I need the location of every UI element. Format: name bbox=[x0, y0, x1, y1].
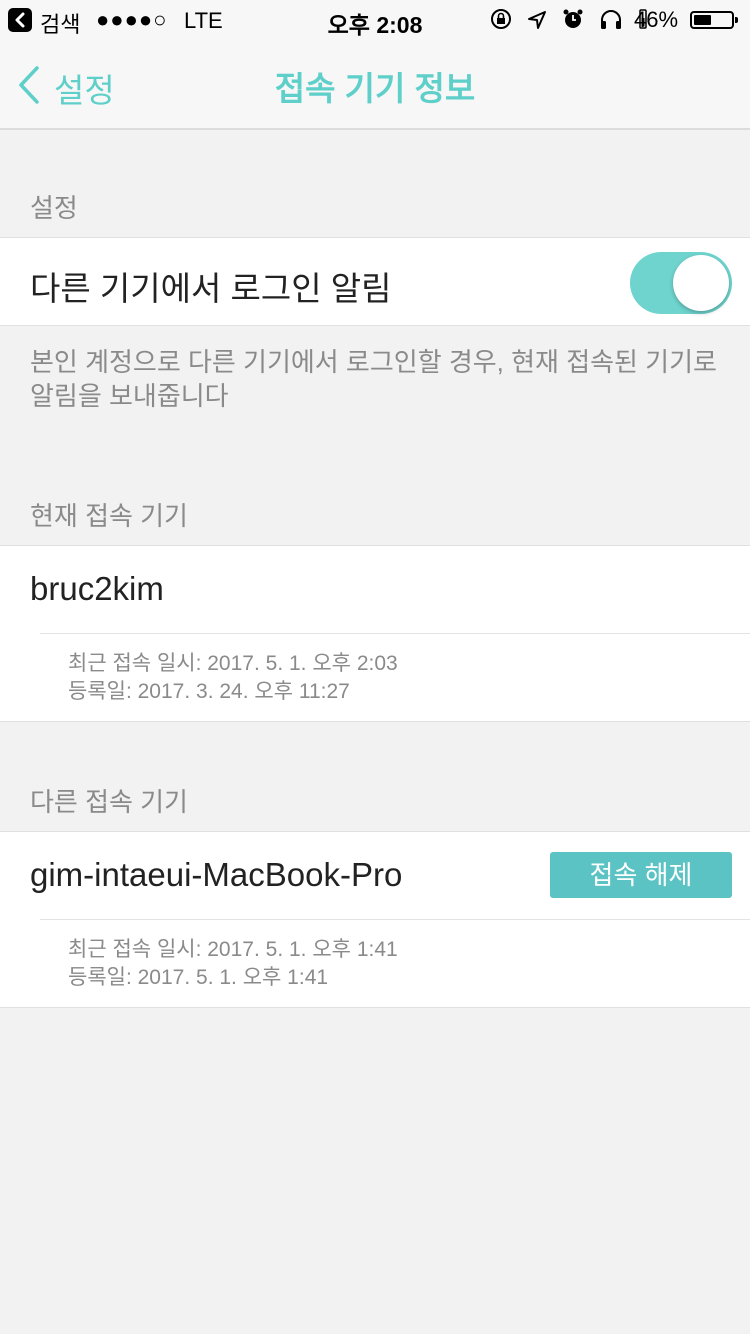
divider bbox=[40, 633, 750, 634]
login-alert-toggle[interactable] bbox=[630, 252, 732, 314]
battery-percent: 46% bbox=[634, 7, 679, 32]
headphones-icon bbox=[599, 8, 623, 36]
divider bbox=[40, 919, 750, 920]
disconnect-button[interactable]: 접속 해제 bbox=[550, 852, 732, 898]
section-header-current-device: 현재 접속 기기 bbox=[30, 501, 188, 531]
current-device-registered: 등록일: 2017. 3. 24. 오후 11:27 bbox=[68, 680, 350, 703]
battery-icon bbox=[690, 11, 738, 29]
login-alert-description: 본인 계정으로 다른 기기에서 로그인할 경우, 현재 접속된 기기로 알림을 … bbox=[30, 347, 717, 411]
toggle-knob bbox=[673, 255, 729, 311]
other-device-last-access: 최근 접속 일시: 2017. 5. 1. 오후 1:41 bbox=[68, 938, 398, 961]
current-device-name: bruc2kim bbox=[30, 570, 164, 607]
section-header-settings: 설정 bbox=[30, 193, 78, 223]
login-alert-row: 다른 기기에서 로그인 알림 bbox=[0, 237, 750, 326]
alarm-icon bbox=[562, 8, 584, 36]
other-device-card: gim-intaeui-MacBook-Pro 접속 해제 최근 접속 일시: … bbox=[0, 831, 750, 1008]
section-header-other-device: 다른 접속 기기 bbox=[30, 787, 188, 817]
login-alert-label: 다른 기기에서 로그인 알림 bbox=[30, 270, 392, 307]
page-title: 접속 기기 정보 bbox=[274, 70, 476, 107]
current-device-card: bruc2kim 최근 접속 일시: 2017. 5. 1. 오후 2:03 등… bbox=[0, 545, 750, 722]
other-device-registered: 등록일: 2017. 5. 1. 오후 1:41 bbox=[68, 966, 329, 989]
location-arrow-icon bbox=[527, 10, 547, 36]
other-device-name: gim-intaeui-MacBook-Pro bbox=[30, 856, 403, 893]
status-bar: 검색 ●●●●○ LTE 오후 2:08 46% bbox=[0, 0, 750, 40]
navigation-bar: 설정 접속 기기 정보 bbox=[0, 40, 750, 130]
current-device-last-access: 최근 접속 일시: 2017. 5. 1. 오후 2:03 bbox=[68, 652, 398, 675]
status-icons bbox=[490, 8, 656, 36]
rotation-lock-icon bbox=[490, 8, 512, 36]
